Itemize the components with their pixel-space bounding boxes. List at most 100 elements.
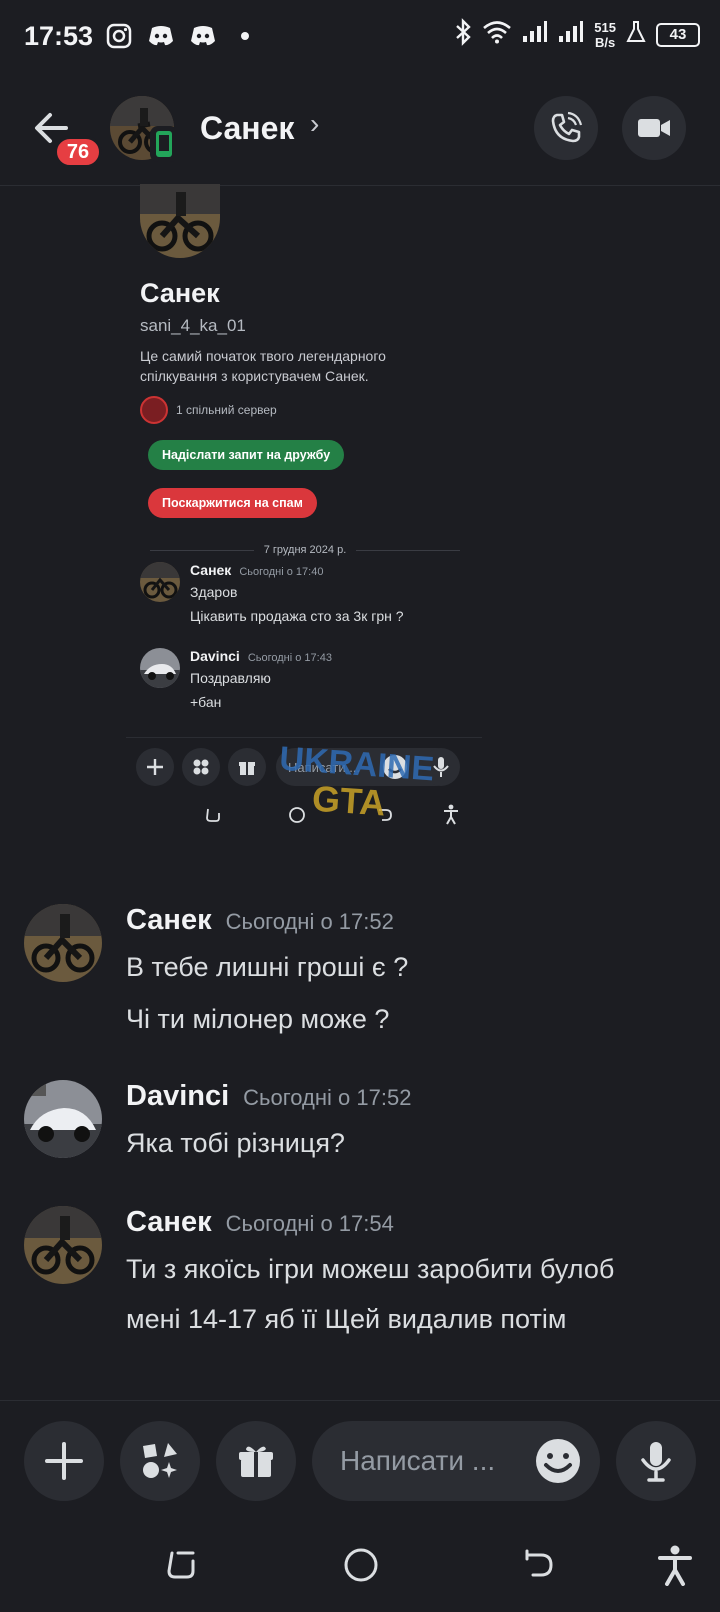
attach-button[interactable] xyxy=(24,1421,104,1501)
mutual-servers: 1 спільний сервер xyxy=(140,396,277,424)
microphone-icon xyxy=(422,748,460,786)
profile-username: sani_4_ka_01 xyxy=(140,316,246,335)
recent-apps-icon xyxy=(206,808,220,822)
voice-call-button[interactable] xyxy=(534,96,598,160)
contact-name[interactable]: Санек xyxy=(200,110,294,147)
chevron-right-icon[interactable]: › xyxy=(310,108,319,140)
message-input-placeholder: Написати ... xyxy=(340,1445,496,1476)
message-text: Чі ти мілонер може ? xyxy=(126,1004,390,1034)
video-call-button[interactable] xyxy=(622,96,686,160)
message-text: Поздравляю xyxy=(190,670,271,686)
avatar[interactable] xyxy=(24,1080,102,1158)
system-nav-bar xyxy=(0,1516,720,1612)
mobile-status-icon xyxy=(150,126,178,162)
instagram-icon xyxy=(105,22,133,50)
flask-icon xyxy=(626,20,646,49)
plus-icon xyxy=(136,748,174,786)
message-time: Сьогодні о 17:40 xyxy=(239,566,324,578)
signal-icon xyxy=(558,20,584,49)
list-item[interactable]: Санек Сьогодні о 17:54 Ти з якоїсь ігри м… xyxy=(24,1206,704,1336)
status-time: 17:53 xyxy=(24,20,94,51)
net-speed-unit: B/s xyxy=(595,34,616,50)
message-author: Санек Сьогодні о 17:52 xyxy=(126,904,394,937)
server-icon xyxy=(140,396,168,424)
status-right: 515 B/s 43 xyxy=(454,18,700,51)
message-text: В тебе лишні гроші є ? xyxy=(126,952,409,982)
video-camera-icon xyxy=(638,119,670,137)
discord-notification-icon xyxy=(147,22,175,50)
author-name: Санек xyxy=(126,904,212,936)
recent-apps-button[interactable] xyxy=(156,1540,206,1590)
apps-button[interactable] xyxy=(120,1421,200,1501)
status-bar: 17:53 515 B/s 43 xyxy=(0,0,720,72)
avatar xyxy=(140,648,180,688)
signal-icon xyxy=(522,20,548,49)
message-text: Цікавить продажа сто за 3к грн ? xyxy=(190,608,404,624)
home-button[interactable] xyxy=(336,1540,386,1590)
message-author: Санек Сьогодні о 17:40 xyxy=(190,562,323,578)
list-item[interactable]: Санек Сьогодні о 17:52 В тебе лишні гроші… xyxy=(24,904,704,1034)
dm-header: 76 Санек › xyxy=(0,86,720,186)
gift-button[interactable] xyxy=(216,1421,296,1501)
friend-request-button: Надіслати запит на дружбу xyxy=(148,440,345,470)
wifi-icon xyxy=(482,20,512,49)
avatar[interactable] xyxy=(24,1206,102,1284)
avatar[interactable] xyxy=(24,904,102,982)
mutual-servers-label: 1 спільний сервер xyxy=(176,403,277,417)
avatar xyxy=(140,562,180,602)
accessibility-icon xyxy=(658,1545,692,1586)
message-text: Яка тобі різниця? xyxy=(126,1128,345,1158)
embedded-input-placeholder: Написати ... xyxy=(288,759,361,775)
author-name: Davinci xyxy=(126,1080,230,1112)
recent-apps-icon xyxy=(167,1551,195,1579)
message-time: Сьогодні о 17:43 xyxy=(247,652,332,664)
message-text: Ти з якоїсь ігри можеш заробити булоб xyxy=(126,1254,615,1284)
battery-indicator: 43 xyxy=(656,22,700,47)
message-time: Сьогодні о 17:52 xyxy=(243,1085,412,1110)
message-input[interactable]: Написати ... xyxy=(312,1421,600,1501)
home-icon xyxy=(289,807,305,823)
message-text: Здаров xyxy=(190,584,238,600)
message-text: мені 14-17 яб її Щей видалив потім xyxy=(126,1304,567,1334)
message-time: Сьогодні о 17:52 xyxy=(225,909,394,934)
bluetooth-icon xyxy=(454,18,472,51)
profile-name: Санек xyxy=(140,278,220,308)
voice-message-button[interactable] xyxy=(616,1421,696,1501)
back-nav-icon xyxy=(379,809,392,821)
discord-notification-icon xyxy=(189,22,217,50)
embedded-composer: Написати ... xyxy=(126,737,482,789)
apps-icon xyxy=(182,748,220,786)
dot-icon xyxy=(231,22,259,50)
embedded-nav-bar xyxy=(126,798,482,838)
unread-badge: 76 xyxy=(54,136,102,168)
back-nav-button[interactable] xyxy=(514,1540,564,1590)
list-item: Санек Сьогодні о 17:40 Здаров Цікавить пр… xyxy=(140,562,470,632)
author-name: Davinci xyxy=(190,648,240,664)
emoji-icon[interactable] xyxy=(534,1437,582,1485)
apps-icon xyxy=(143,1443,177,1478)
date-divider-label: 7 грудня 2024 р. xyxy=(263,544,347,556)
embedded-screenshot[interactable]: Санек sani_4_ka_01 Це самий початок твог… xyxy=(126,184,482,856)
date-divider: 7 грудня 2024 р. xyxy=(140,540,470,560)
message-composer: Написати ... xyxy=(0,1400,720,1501)
message-author: Санек Сьогодні о 17:54 xyxy=(126,1206,394,1239)
author-name: Санек xyxy=(126,1206,212,1238)
profile-description: Це самий початок твого легендарного спіл… xyxy=(140,348,386,384)
list-item: Davinci Сьогодні о 17:43 Поздравляю +бан xyxy=(140,648,470,718)
list-item[interactable]: Davinci Сьогодні о 17:52 Яка тобі різниця… xyxy=(24,1080,704,1160)
back-nav-icon xyxy=(525,1549,553,1577)
accessibility-button[interactable] xyxy=(650,1540,700,1590)
report-spam-button: Поскаржитися на спам xyxy=(148,488,317,518)
gift-icon xyxy=(239,1446,273,1477)
message-text: +бан xyxy=(190,694,222,710)
author-name: Санек xyxy=(190,562,232,578)
message-time: Сьогодні о 17:54 xyxy=(225,1211,394,1236)
plus-icon xyxy=(45,1442,83,1480)
avatar xyxy=(140,184,220,258)
emoji-icon xyxy=(382,754,408,785)
message-author: Davinci Сьогодні о 17:43 xyxy=(190,648,332,664)
net-speed: 515 B/s xyxy=(594,20,616,50)
net-speed-value: 515 xyxy=(594,19,616,35)
phone-icon xyxy=(551,111,583,143)
gift-icon xyxy=(228,748,266,786)
